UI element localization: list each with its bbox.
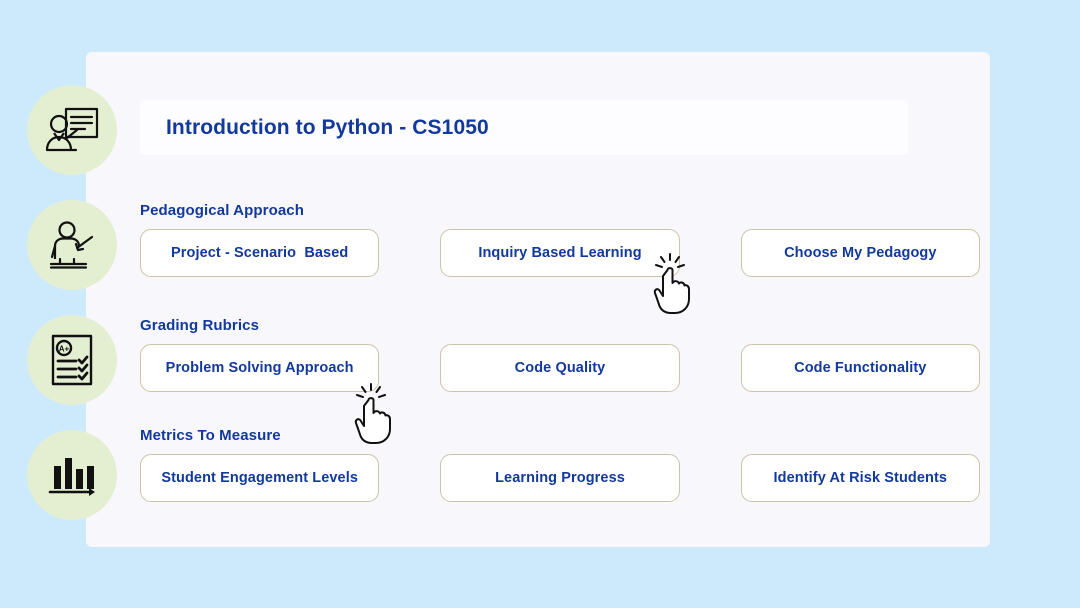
main-card: Introduction to Python - CS1050 Pedagogi… (86, 52, 990, 547)
section-grading-rubrics: Grading Rubrics Problem Solving Approach… (140, 317, 980, 392)
button-row: Student Engagement Levels Learning Progr… (140, 454, 980, 502)
option-button-identify-at-risk-students[interactable]: Identify At Risk Students (740, 454, 980, 502)
section-header: Grading Rubrics (140, 317, 260, 334)
presenter-board-icon (45, 105, 99, 155)
section-metrics-to-measure: Metrics To Measure Student Engagement Le… (140, 427, 980, 502)
sidebar-item-presenter[interactable] (27, 85, 117, 175)
lecturer-podium-pointer-icon (46, 220, 98, 270)
section-header: Metrics To Measure (140, 427, 281, 444)
sidebar-item-metrics[interactable] (27, 430, 117, 520)
section-pedagogical-approach: Pedagogical Approach Project - Scenario … (140, 202, 980, 277)
option-button-choose-my-pedagogy[interactable]: Choose My Pedagogy (740, 229, 980, 277)
button-row: Project - Scenario Based Inquiry Based L… (140, 229, 980, 277)
option-button-code-quality[interactable]: Code Quality (440, 344, 680, 392)
sidebar-item-rubric[interactable]: A+ (27, 315, 117, 405)
sidebar-icon-rail: A+ (0, 0, 130, 608)
option-button-inquiry-based-learning[interactable]: Inquiry Based Learning (440, 229, 680, 277)
bar-chart-metrics-icon (46, 452, 98, 498)
option-button-problem-solving-approach[interactable]: Problem Solving Approach (140, 344, 380, 392)
option-button-student-engagement-levels[interactable]: Student Engagement Levels (140, 454, 380, 502)
svg-text:A+: A+ (59, 345, 70, 354)
sidebar-item-lecturer[interactable] (27, 200, 117, 290)
button-row: Problem Solving Approach Code Quality Co… (140, 344, 980, 392)
option-button-code-functionality[interactable]: Code Functionality (740, 344, 980, 392)
grading-rubric-checklist-icon: A+ (49, 333, 95, 387)
option-button-learning-progress[interactable]: Learning Progress (440, 454, 680, 502)
sections-container: Pedagogical Approach Project - Scenario … (86, 52, 990, 547)
section-header: Pedagogical Approach (140, 202, 304, 219)
option-button-project-scenario-based[interactable]: Project - Scenario Based (140, 229, 380, 277)
